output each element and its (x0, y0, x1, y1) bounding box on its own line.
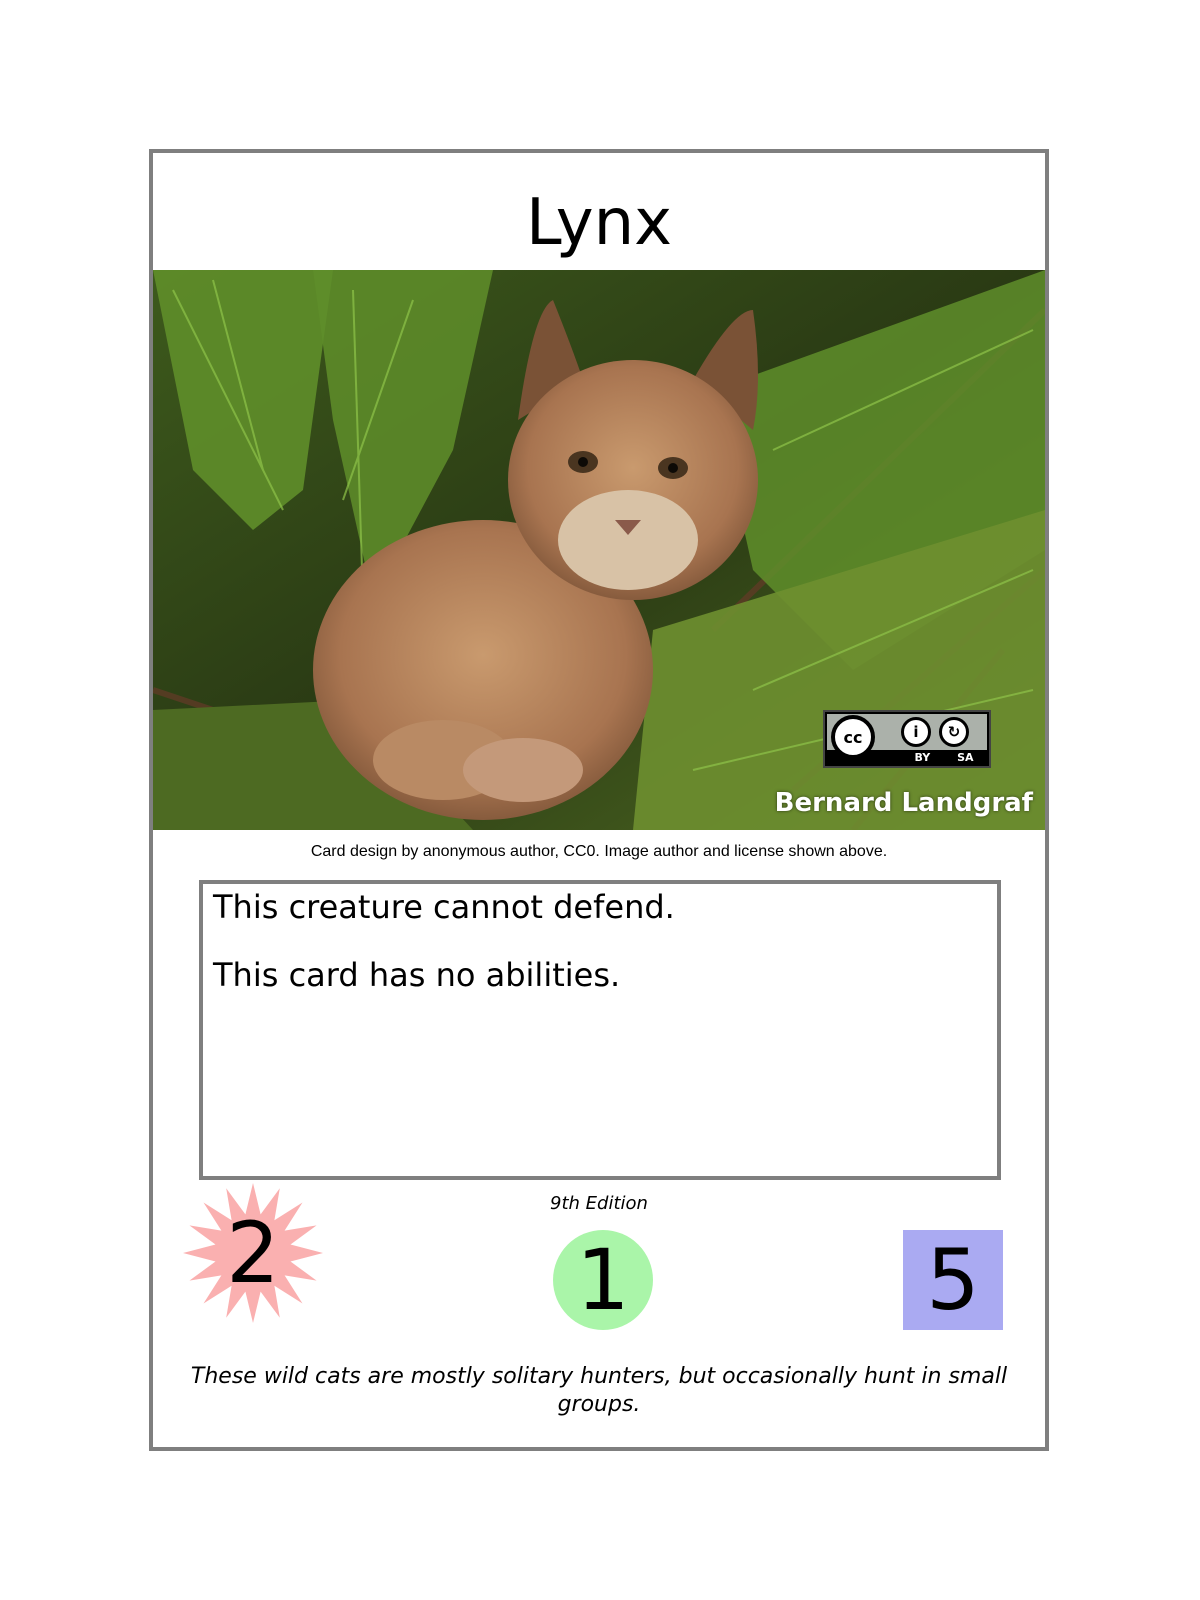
cc-icon: cc (831, 715, 875, 759)
game-card: Lynx cc i ↻ BY SA Bernard Landgraf Card … (149, 149, 1049, 1451)
defense-stat: 1 (553, 1230, 653, 1330)
defense-value: 1 (576, 1231, 630, 1329)
cost-stat: 5 (903, 1230, 1003, 1330)
license-sa-label: SA (957, 750, 974, 764)
rules-line: This creature cannot defend. (213, 888, 675, 926)
flavor-text: These wild cats are mostly solitary hunt… (190, 1364, 1008, 1417)
attack-stat: 2 (183, 1183, 323, 1323)
image-author: Bernard Landgraf (774, 788, 1033, 818)
attack-value: 2 (226, 1204, 280, 1302)
design-credit: Card design by anonymous author, CC0. Im… (310, 843, 888, 860)
card-artwork: cc i ↻ BY SA Bernard Landgraf (153, 270, 1045, 830)
share-alike-icon: ↻ (939, 717, 969, 747)
rules-textbox: This creature cannot defend. This card h… (199, 880, 1001, 1180)
rules-line: This card has no abilities. (213, 956, 621, 995)
card-title: Lynx (525, 186, 673, 260)
attribution-icon: i (901, 717, 931, 747)
license-by-label: BY (914, 750, 931, 764)
cc-license-badge: cc i ↻ BY SA (823, 710, 991, 768)
cost-value: 5 (926, 1231, 980, 1329)
